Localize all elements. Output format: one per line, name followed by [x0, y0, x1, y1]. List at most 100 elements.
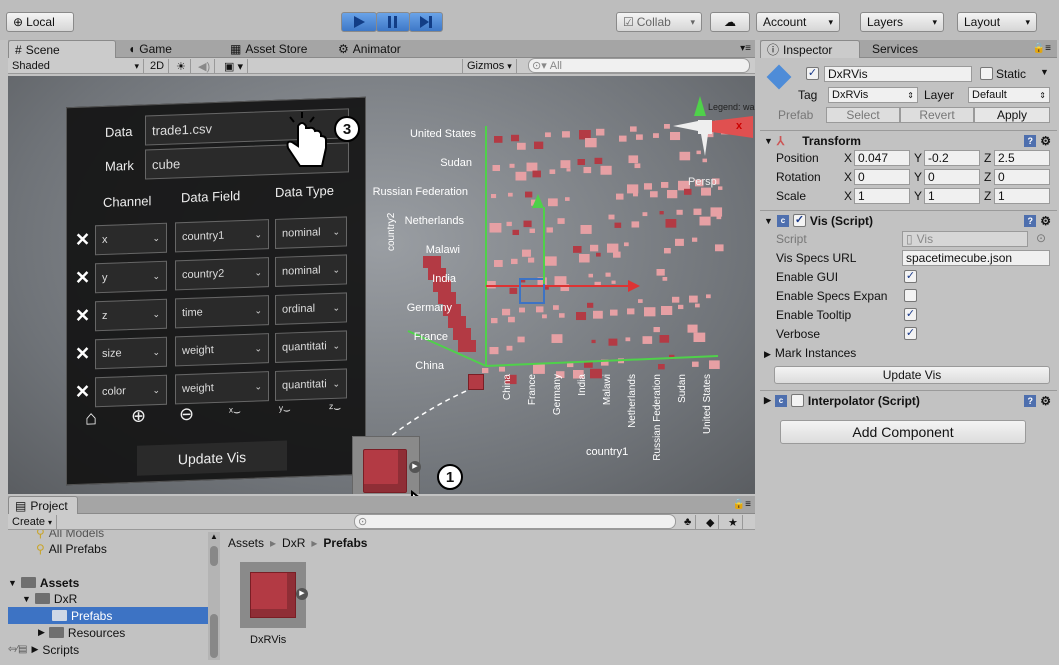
gui-update-vis-button[interactable]: Update Vis: [137, 440, 287, 476]
tab-services[interactable]: Services: [866, 40, 924, 58]
project-search-input[interactable]: ⊙: [354, 514, 676, 529]
prefab-apply-button[interactable]: Apply: [974, 107, 1050, 123]
filter-label-icon[interactable]: ◆: [702, 515, 720, 529]
favorite-star-icon[interactable]: ★: [724, 515, 743, 529]
verbose-checkbox[interactable]: ✓: [904, 327, 917, 340]
rotate-x-icon[interactable]: ˣ⌣: [229, 404, 241, 419]
tree-all-prefabs[interactable]: ⚲ All Prefabs: [36, 540, 107, 557]
gear-icon[interactable]: ⚙: [1040, 394, 1051, 408]
pause-button[interactable]: [376, 12, 410, 32]
collab-button[interactable]: ☑ Collab ▾: [616, 12, 702, 32]
breadcrumb-prefabs[interactable]: Prefabs: [323, 536, 367, 550]
prefab-revert-button[interactable]: Revert: [900, 107, 974, 123]
type-dropdown[interactable]: nominal ⌄: [275, 216, 347, 249]
tab-scene[interactable]: # Scene: [8, 40, 116, 58]
layout-dropdown[interactable]: Layout ▾: [957, 12, 1037, 32]
tree-prefabs[interactable]: Prefabs: [8, 607, 208, 624]
position-y-input[interactable]: -0.2: [924, 150, 980, 166]
field-dropdown[interactable]: time ⌄: [175, 295, 269, 329]
rotation-y-input[interactable]: 0: [924, 169, 980, 185]
vis-enabled-checkbox[interactable]: ✓: [792, 214, 806, 227]
local-button[interactable]: ⊕ Local: [6, 12, 74, 32]
add-component-button[interactable]: Add Component: [780, 420, 1026, 444]
tree-scripts[interactable]: ⇦⁄▤ ▶ Scripts: [8, 641, 79, 658]
filter-type-icon[interactable]: ♣: [680, 515, 697, 529]
help-icon[interactable]: ?: [1024, 394, 1037, 407]
enable-gui-checkbox[interactable]: ✓: [904, 270, 917, 283]
remove-channel-icon[interactable]: ✕: [75, 381, 90, 403]
field-dropdown[interactable]: country2 ⌄: [175, 257, 269, 291]
tab-inspector[interactable]: ⓘ Inspector: [760, 40, 860, 58]
step-button[interactable]: [409, 12, 443, 32]
gizmos-dropdown[interactable]: Gizmos ▾: [462, 59, 517, 73]
tab-project[interactable]: ▤ Project: [8, 496, 78, 514]
rotation-z-input[interactable]: 0: [994, 169, 1050, 185]
interpolator-enabled-checkbox[interactable]: [790, 394, 804, 407]
field-dropdown[interactable]: country1 ⌄: [175, 219, 269, 253]
rotate-z-icon[interactable]: ᶻ⌣: [329, 401, 341, 416]
selected-cube[interactable]: [468, 374, 484, 390]
gear-icon[interactable]: ⚙: [1040, 134, 1051, 148]
tree-resources[interactable]: ▶ Resources: [38, 624, 125, 641]
remove-channel-icon[interactable]: ✕: [75, 229, 90, 251]
breadcrumb-dxr[interactable]: DxR: [282, 536, 305, 550]
play-button[interactable]: [341, 12, 377, 32]
layers-dropdown[interactable]: Layers ▾: [860, 12, 944, 32]
enable-specs-checkbox[interactable]: [904, 289, 917, 302]
audio-toggle[interactable]: ◀): [194, 59, 216, 73]
vis-script-header[interactable]: ▼ c ✓ Vis (Script) ? ⚙: [760, 210, 1057, 230]
rotate-y-icon[interactable]: ʸ⌣: [279, 402, 291, 417]
position-z-input[interactable]: 2.5: [994, 150, 1050, 166]
shading-dropdown[interactable]: Shaded ▾: [8, 59, 144, 73]
scroll-up-icon[interactable]: ▲: [210, 532, 218, 541]
scene-search-input[interactable]: ⊙▾ All: [528, 58, 750, 73]
tab-animator[interactable]: ⚙ Animator: [332, 40, 407, 58]
scroll-thumb-lower[interactable]: [210, 614, 218, 658]
field-dropdown[interactable]: weight ⌄: [175, 371, 269, 405]
tag-dropdown[interactable]: DxRVis ⇕: [828, 87, 918, 103]
transform-header[interactable]: ▼ ⅄ Transform ? ⚙: [760, 130, 1057, 150]
specs-url-input[interactable]: spacetimecube.json: [902, 250, 1050, 266]
2d-toggle[interactable]: 2D: [146, 59, 170, 73]
gear-icon[interactable]: ⚙: [1040, 214, 1051, 228]
channel-dropdown[interactable]: x ⌄: [95, 222, 167, 256]
lighting-toggle[interactable]: ☀: [172, 59, 191, 73]
zoom-in-icon[interactable]: ⊕: [131, 405, 146, 427]
tab-game[interactable]: ◖ Game: [122, 40, 178, 58]
dropdown-arrow-icon[interactable]: ▼: [1040, 67, 1049, 77]
position-x-input[interactable]: 0.047: [854, 150, 910, 166]
mark-instances-foldout[interactable]: ▶ Mark Instances: [764, 346, 856, 360]
prefab-select-button[interactable]: Select: [826, 107, 900, 123]
type-dropdown[interactable]: quantitati ⌄: [275, 368, 347, 401]
type-dropdown[interactable]: nominal ⌄: [275, 254, 347, 287]
enable-tooltip-checkbox[interactable]: ✓: [904, 308, 917, 321]
breadcrumb-assets[interactable]: Assets: [228, 536, 264, 550]
static-checkbox[interactable]: [980, 67, 993, 80]
effects-dropdown[interactable]: ▣ ▾: [220, 59, 248, 73]
tree-scrollbar[interactable]: ▲: [208, 532, 220, 660]
channel-dropdown[interactable]: color ⌄: [95, 374, 167, 408]
target-icon[interactable]: ⊙: [1036, 231, 1046, 245]
channel-dropdown[interactable]: z ⌄: [95, 298, 167, 332]
remove-channel-icon[interactable]: ✕: [75, 305, 90, 327]
zoom-out-icon[interactable]: ⊖: [179, 404, 194, 426]
remove-channel-icon[interactable]: ✕: [75, 343, 90, 365]
update-vis-button[interactable]: Update Vis: [774, 366, 1050, 384]
tab-asset-store[interactable]: ▦ Asset Store: [224, 40, 313, 58]
layer-dropdown[interactable]: Default ⇕: [968, 87, 1050, 103]
create-dropdown[interactable]: Create ▾: [8, 515, 58, 529]
asset-tile-dxrvis[interactable]: ▶ DxRVis: [238, 562, 308, 652]
lock-icon[interactable]: 🔒≡: [1033, 43, 1051, 54]
scene-view[interactable]: United States Sudan Russian Federation Neth…: [8, 76, 755, 494]
field-dropdown[interactable]: weight ⌄: [175, 333, 269, 367]
cloud-button[interactable]: ☁: [710, 12, 750, 32]
object-name-input[interactable]: DxRVis: [824, 66, 972, 82]
panel-menu-icon[interactable]: 🔒≡: [733, 499, 751, 510]
scale-x-input[interactable]: 1: [854, 188, 910, 204]
rotation-x-input[interactable]: 0: [854, 169, 910, 185]
help-icon[interactable]: ?: [1024, 214, 1037, 227]
tree-dxr[interactable]: ▼ DxR: [22, 590, 77, 607]
active-checkbox[interactable]: ✓: [806, 67, 819, 80]
home-icon[interactable]: ⌂: [85, 407, 97, 430]
remove-channel-icon[interactable]: ✕: [75, 267, 90, 289]
